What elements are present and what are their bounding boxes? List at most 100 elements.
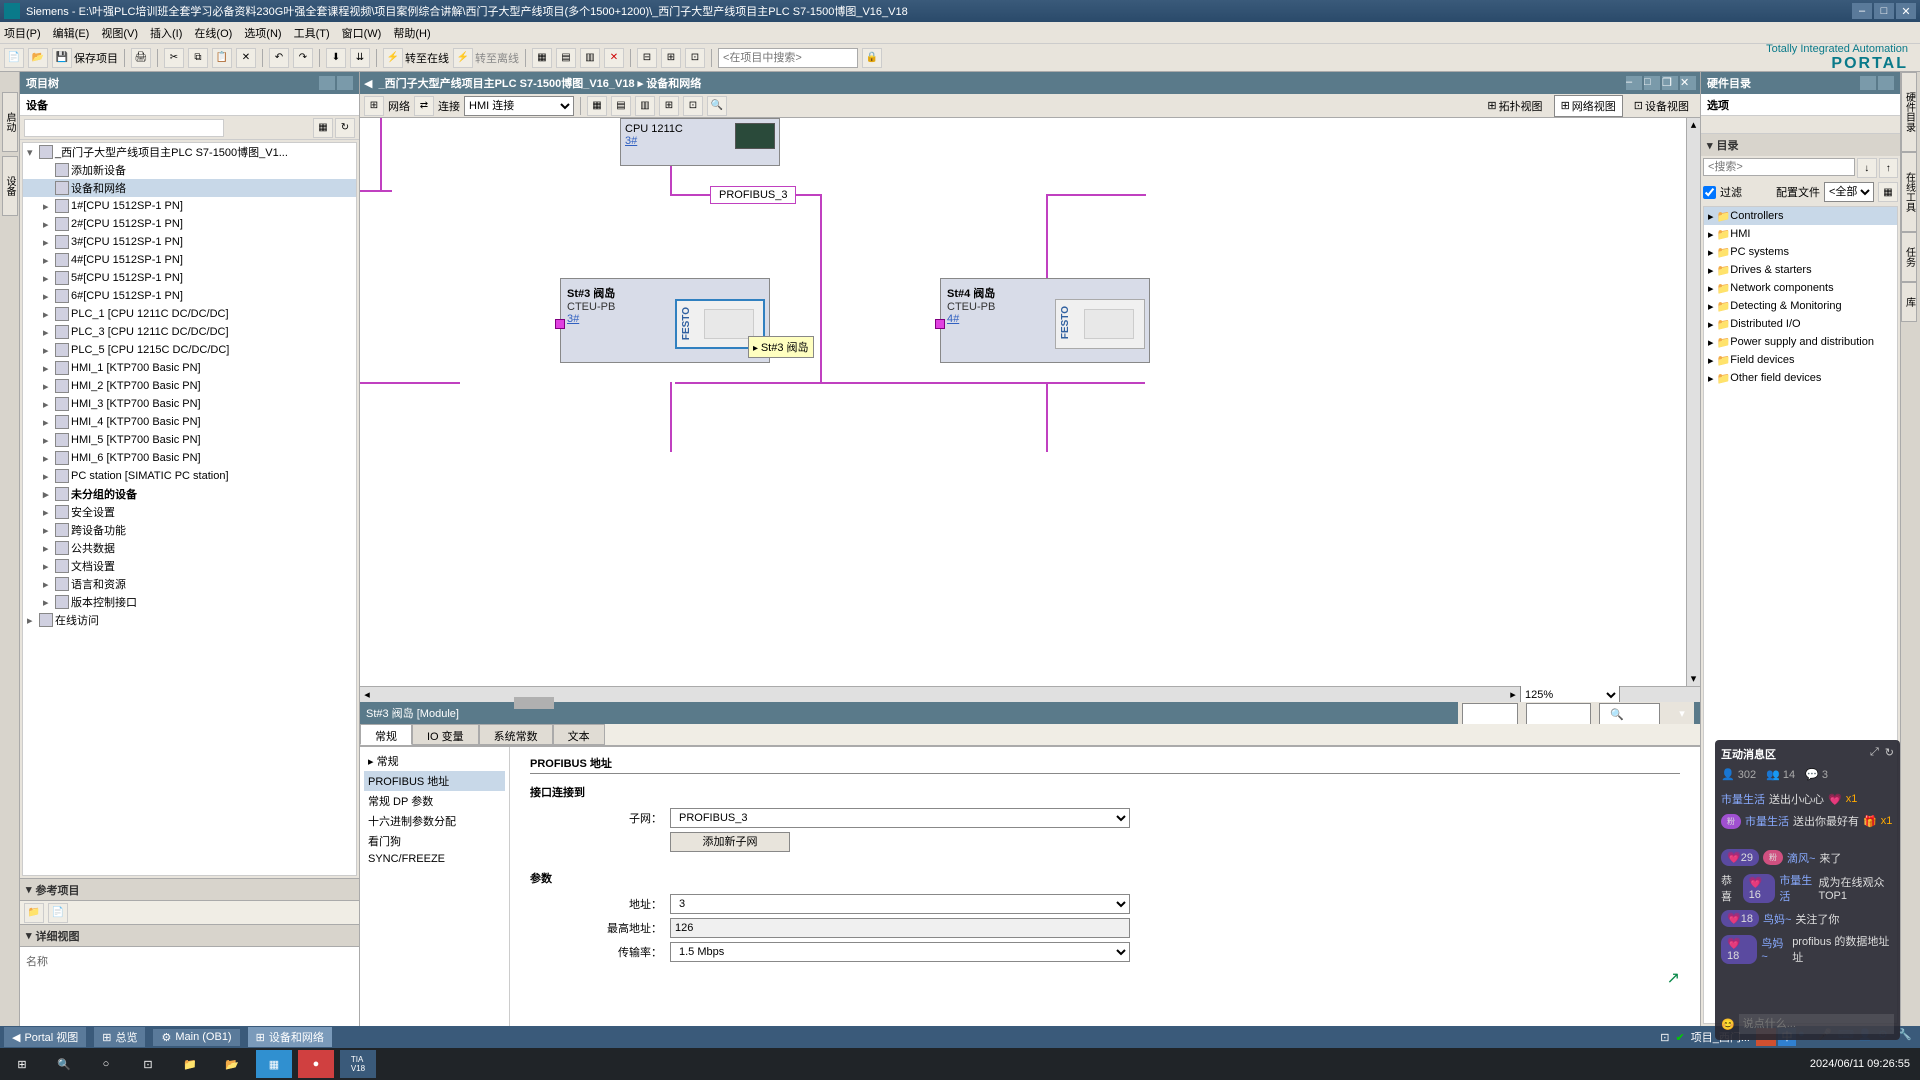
device-link[interactable]: 3# — [567, 313, 579, 325]
project-search-input[interactable] — [718, 48, 858, 68]
network-button[interactable]: 网络 — [388, 98, 410, 114]
stop-icon[interactable]: ✕ — [604, 48, 624, 68]
tree-filter-input[interactable] — [24, 119, 224, 137]
cat-controllers[interactable]: ▸ 📁 Controllers — [1704, 207, 1897, 225]
cpu-link[interactable]: 3# — [625, 135, 637, 147]
side-tab-online[interactable]: 在线工具 — [1901, 152, 1917, 232]
tree-item[interactable]: ▸HMI_1 [KTP700 Basic PN] — [23, 359, 356, 377]
delete-icon[interactable]: ✕ — [236, 48, 256, 68]
explorer-icon[interactable]: 📁 — [172, 1050, 208, 1078]
tab-diagnostics[interactable]: 🔍 诊断 — [1599, 703, 1660, 724]
app-icon[interactable]: ▦ — [256, 1050, 292, 1078]
menu-insert[interactable]: 插入(I) — [150, 25, 182, 41]
close-button[interactable]: ✕ — [1896, 3, 1916, 19]
cat-dio[interactable]: ▸ 📁 Distributed I/O — [1704, 315, 1897, 333]
device-st4[interactable]: St#4 阀岛 CTEU-PB 4# FESTO — [940, 278, 1150, 363]
tool-icon[interactable]: ▤ — [556, 48, 576, 68]
go-online-button[interactable]: ⚡转至在线 — [383, 48, 449, 68]
compile-icon[interactable]: ⬇ — [326, 48, 346, 68]
search-up-icon[interactable]: ↑ — [1879, 158, 1899, 178]
network-canvas[interactable]: CPU 1211C 3# PROFIBUS_ — [360, 118, 1700, 686]
tree-item[interactable]: ▸2#[CPU 1512SP-1 PN] — [23, 215, 356, 233]
cat-drives[interactable]: ▸ 📁 Drives & starters — [1704, 261, 1897, 279]
cat-pc[interactable]: ▸ 📁 PC systems — [1704, 243, 1897, 261]
folder-icon[interactable]: 📂 — [214, 1050, 250, 1078]
pin-icon[interactable] — [337, 76, 353, 90]
overview-tab[interactable]: ⊞ 总览 — [94, 1027, 145, 1047]
emoji-icon[interactable]: 😊 — [1721, 1018, 1735, 1031]
tree-root[interactable]: ▾_西门子大型产线项目主PLC S7-1500博图_V1... — [23, 143, 356, 161]
tree-item[interactable]: ▸安全设置 — [23, 503, 356, 521]
redo-icon[interactable]: ↷ — [293, 48, 313, 68]
catalog-search-input[interactable] — [1703, 158, 1855, 176]
device-st3[interactable]: St#3 阀岛 CTEU-PB 3# FESTO — [560, 278, 770, 363]
menu-view[interactable]: 视图(V) — [101, 25, 138, 41]
tree-item[interactable]: ▸PLC_5 [CPU 1215C DC/DC/DC] — [23, 341, 356, 359]
nav-syncfreeze[interactable]: SYNC/FREEZE — [364, 851, 505, 867]
tree-item[interactable]: ▸在线访问 — [23, 611, 356, 629]
copy-icon[interactable]: ⧉ — [188, 48, 208, 68]
download-icon[interactable]: ⇊ — [350, 48, 370, 68]
menu-project[interactable]: 项目(P) — [4, 25, 41, 41]
menu-window[interactable]: 窗口(W) — [342, 25, 382, 41]
tree-item[interactable]: ▸3#[CPU 1512SP-1 PN] — [23, 233, 356, 251]
max-address-input[interactable] — [670, 918, 1130, 938]
cat-hmi[interactable]: ▸ 📁 HMI — [1704, 225, 1897, 243]
tree-item[interactable]: ▸PLC_3 [CPU 1211C DC/DC/DC] — [23, 323, 356, 341]
connection-type-select[interactable]: HMI 连接 — [464, 96, 574, 116]
tree-item[interactable]: ▸语言和资源 — [23, 575, 356, 593]
minimize-editor-icon[interactable]: – — [1626, 76, 1642, 90]
tree-item[interactable]: ▸HMI_2 [KTP700 Basic PN] — [23, 377, 356, 395]
ime-icon[interactable]: 🔧 — [1898, 1028, 1916, 1046]
filter-checkbox[interactable] — [1703, 186, 1716, 199]
profile-icon[interactable]: ▦ — [1878, 182, 1898, 202]
app-icon[interactable]: ● — [298, 1050, 334, 1078]
tree-item[interactable]: ▸6#[CPU 1512SP-1 PN] — [23, 287, 356, 305]
expand-icon[interactable]: ⤢ — [1870, 746, 1879, 759]
live-chat-panel[interactable]: 互动消息区 👤 302 👥 14 💬 3 市量生活 送出小心心 💗 x1 粉 市… — [1715, 740, 1900, 1040]
paste-icon[interactable]: 📋 — [212, 48, 232, 68]
ref-icon[interactable]: 📄 — [48, 903, 68, 923]
tree-body[interactable]: ▾_西门子大型产线项目主PLC S7-1500博图_V1... 添加新设备 设备… — [22, 142, 357, 876]
menu-options[interactable]: 选项(N) — [244, 25, 281, 41]
cat-field[interactable]: ▸ 📁 Field devices — [1704, 351, 1897, 369]
profibus-label[interactable]: PROFIBUS_3 — [710, 186, 796, 204]
cat-network[interactable]: ▸ 📁 Network components — [1704, 279, 1897, 297]
topology-view-button[interactable]: ⊞拓扑视图 — [1480, 95, 1549, 117]
menu-edit[interactable]: 编辑(E) — [53, 25, 90, 41]
tree-item[interactable]: ▸PLC_1 [CPU 1211C DC/DC/DC] — [23, 305, 356, 323]
tree-item[interactable]: ▸4#[CPU 1512SP-1 PN] — [23, 251, 356, 269]
refresh-icon[interactable]: ↻ — [1885, 746, 1894, 759]
menu-help[interactable]: 帮助(H) — [393, 25, 430, 41]
side-tab-tasks[interactable]: 任务 — [1901, 232, 1917, 282]
tool-icon[interactable]: ▥ — [580, 48, 600, 68]
tia-portal-icon[interactable]: TIA V18 — [340, 1050, 376, 1078]
close-editor-icon[interactable]: ✕ — [1680, 76, 1696, 90]
save-button[interactable]: 💾保存项目 — [52, 48, 118, 68]
cat-power[interactable]: ▸ 📁 Power supply and distribution — [1704, 333, 1897, 351]
network-view-button[interactable]: ⊞网络视图 — [1554, 95, 1623, 117]
side-tab-lib[interactable]: 库 — [1901, 282, 1917, 322]
rate-select[interactable]: 1.5 Mbps — [670, 942, 1130, 962]
cut-icon[interactable]: ✂ — [164, 48, 184, 68]
tool-icon[interactable]: ▦ — [587, 96, 607, 116]
collapse-icon[interactable] — [1860, 76, 1876, 90]
print-icon[interactable]: 🖨 — [131, 48, 151, 68]
tree-item[interactable]: ▸HMI_4 [KTP700 Basic PN] — [23, 413, 356, 431]
tab-properties[interactable]: ✎ 属性 — [1462, 703, 1518, 724]
cortana-icon[interactable]: ○ — [88, 1050, 124, 1078]
tool-icon[interactable]: ⊡ — [683, 96, 703, 116]
tree-refresh-icon[interactable]: ↻ — [335, 118, 355, 138]
tool-icon[interactable]: ▦ — [532, 48, 552, 68]
connection-icon[interactable]: ⇄ — [414, 96, 434, 116]
nav-general[interactable]: ▸ 常规 — [364, 751, 505, 771]
go-offline-button[interactable]: ⚡转至离线 — [453, 48, 519, 68]
tab-info[interactable]: ℹ 信息 ⚠ — [1526, 703, 1591, 724]
maximize-button[interactable]: □ — [1874, 3, 1894, 19]
undo-icon[interactable]: ↶ — [269, 48, 289, 68]
tree-item-devices-networks[interactable]: 设备和网络 — [23, 179, 356, 197]
device-view-button[interactable]: ⊡设备视图 — [1627, 95, 1696, 117]
system-clock[interactable]: 2024/06/11 09:26:55 — [1810, 1058, 1916, 1070]
search-lock-icon[interactable]: 🔒 — [862, 48, 882, 68]
side-tab[interactable]: 启动 — [2, 92, 18, 152]
